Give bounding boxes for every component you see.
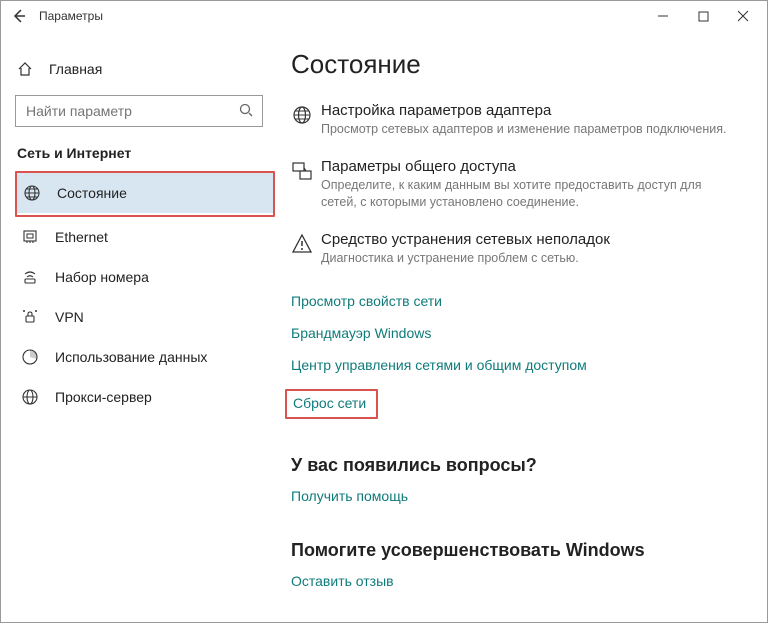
titlebar: Параметры bbox=[1, 1, 767, 31]
home-icon bbox=[15, 61, 35, 77]
window-title: Параметры bbox=[39, 9, 643, 23]
search-input[interactable] bbox=[16, 96, 262, 126]
sidebar-item-vpn[interactable]: VPN bbox=[15, 297, 275, 337]
dialup-icon bbox=[19, 268, 41, 286]
sidebar-item-label: Использование данных bbox=[55, 349, 207, 365]
sidebar-item-datausage[interactable]: Использование данных bbox=[15, 337, 275, 377]
sidebar-item-ethernet[interactable]: Ethernet bbox=[15, 217, 275, 257]
close-icon bbox=[737, 10, 749, 22]
content-area: Состояние Настройка параметров адаптера … bbox=[281, 31, 767, 622]
option-title: Настройка параметров адаптера bbox=[321, 102, 737, 119]
adapter-icon bbox=[291, 102, 321, 138]
close-button[interactable] bbox=[723, 2, 763, 30]
maximize-button[interactable] bbox=[683, 2, 723, 30]
sidebar-item-label: VPN bbox=[55, 309, 84, 325]
sidebar-item-dialup[interactable]: Набор номера bbox=[15, 257, 275, 297]
option-troubleshoot[interactable]: Средство устранения сетевых неполадок Ди… bbox=[291, 231, 737, 267]
option-adapter-settings[interactable]: Настройка параметров адаптера Просмотр с… bbox=[291, 102, 737, 138]
search-box[interactable] bbox=[15, 95, 263, 127]
questions-heading: У вас появились вопросы? bbox=[291, 455, 737, 476]
ethernet-icon bbox=[19, 228, 41, 246]
link-network-properties[interactable]: Просмотр свойств сети bbox=[291, 293, 442, 309]
sidebar-item-label: Состояние bbox=[57, 185, 127, 201]
option-subtitle: Определите, к каким данным вы хотите пре… bbox=[321, 177, 737, 211]
link-firewall[interactable]: Брандмауэр Windows bbox=[291, 325, 431, 341]
link-sharing-center[interactable]: Центр управления сетями и общим доступом bbox=[291, 357, 587, 373]
window-controls bbox=[643, 2, 763, 30]
home-nav[interactable]: Главная bbox=[15, 51, 275, 87]
globe-icon bbox=[21, 184, 43, 202]
option-subtitle: Просмотр сетевых адаптеров и изменение п… bbox=[321, 121, 737, 138]
proxy-icon bbox=[19, 388, 41, 406]
minimize-button[interactable] bbox=[643, 2, 683, 30]
improve-heading: Помогите усовершенствовать Windows bbox=[291, 540, 737, 561]
sidebar-item-label: Ethernet bbox=[55, 229, 108, 245]
arrow-left-icon bbox=[11, 8, 27, 24]
link-network-reset[interactable]: Сброс сети bbox=[285, 389, 378, 419]
search-icon bbox=[238, 102, 254, 118]
link-feedback[interactable]: Оставить отзыв bbox=[291, 573, 394, 589]
sidebar-item-status[interactable]: Состояние bbox=[17, 173, 273, 213]
minimize-icon bbox=[657, 10, 669, 22]
option-title: Параметры общего доступа bbox=[321, 158, 737, 175]
sidebar-section-header: Сеть и Интернет bbox=[17, 145, 275, 161]
sidebar: Главная Сеть и Интернет Состояние bbox=[1, 31, 281, 622]
sidebar-item-label: Прокси-сервер bbox=[55, 389, 152, 405]
page-title: Состояние bbox=[291, 49, 737, 80]
highlight-status-nav: Состояние bbox=[15, 171, 275, 217]
settings-window: Параметры Главная bbox=[0, 0, 768, 623]
maximize-icon bbox=[698, 11, 709, 22]
sharing-icon bbox=[291, 158, 321, 211]
back-button[interactable] bbox=[5, 2, 33, 30]
vpn-icon bbox=[19, 308, 41, 326]
datausage-icon bbox=[19, 348, 41, 366]
troubleshoot-icon bbox=[291, 231, 321, 267]
sidebar-item-proxy[interactable]: Прокси-сервер bbox=[15, 377, 275, 417]
home-label: Главная bbox=[49, 61, 102, 77]
link-get-help[interactable]: Получить помощь bbox=[291, 488, 408, 504]
sidebar-item-label: Набор номера bbox=[55, 269, 149, 285]
option-title: Средство устранения сетевых неполадок bbox=[321, 231, 737, 248]
option-subtitle: Диагностика и устранение проблем с сетью… bbox=[321, 250, 737, 267]
option-sharing-settings[interactable]: Параметры общего доступа Определите, к к… bbox=[291, 158, 737, 211]
